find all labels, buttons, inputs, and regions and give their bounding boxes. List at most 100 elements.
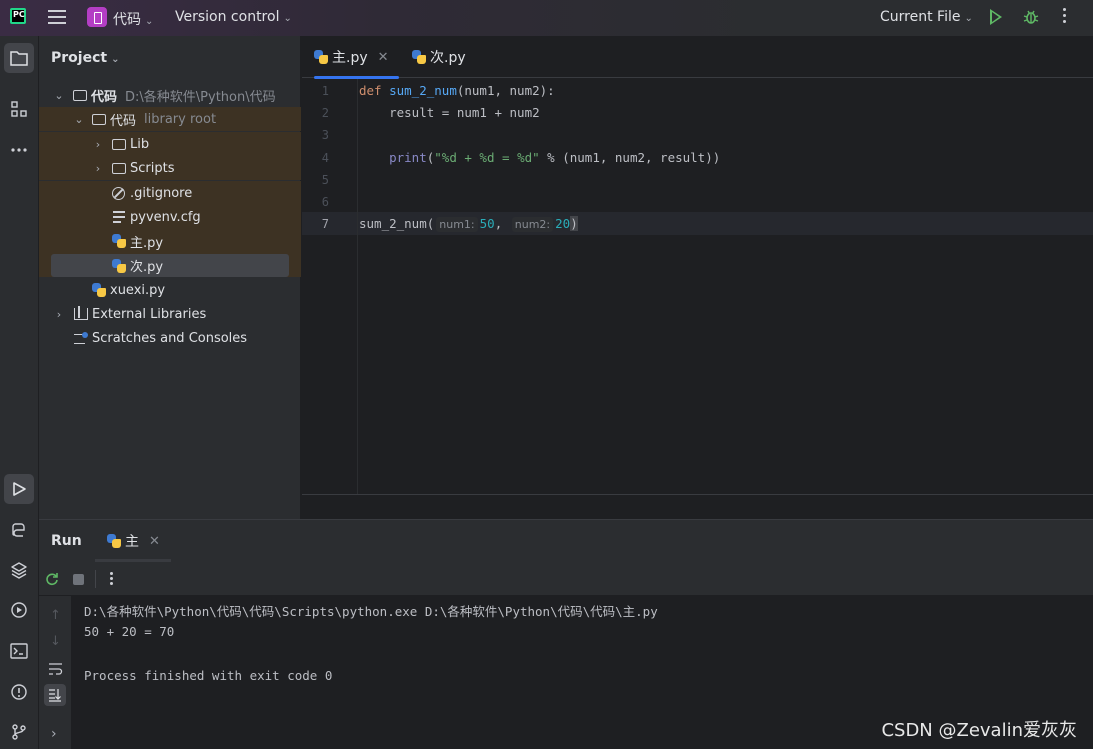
terminal-button[interactable] bbox=[4, 636, 34, 666]
console-output-line: Process finished with exit code 0 bbox=[84, 668, 333, 683]
git-button[interactable] bbox=[4, 717, 34, 747]
close-icon[interactable]: ✕ bbox=[378, 50, 389, 65]
line-number: 7 bbox=[321, 217, 329, 231]
python-packages-button[interactable] bbox=[4, 555, 34, 585]
project-switcher[interactable]: 代码 ⌄ bbox=[113, 9, 153, 29]
code-function-name: sum_2_num bbox=[389, 83, 457, 98]
rerun-icon[interactable] bbox=[45, 572, 59, 586]
line-number: 6 bbox=[321, 195, 329, 209]
run-panel-header: Run 主 ✕ bbox=[39, 520, 1093, 562]
tree-item-tag: library root bbox=[144, 111, 217, 127]
run-side-toolbar: ↑ ↓ › bbox=[39, 596, 72, 749]
python-file-icon bbox=[92, 283, 106, 297]
run-panel: Run 主 ✕ ↑ ↓ › D:\各种软件\Python\代码\代码\Scrip… bbox=[39, 519, 1093, 749]
library-icon bbox=[74, 306, 88, 320]
chevron-right-icon[interactable]: › bbox=[91, 162, 105, 175]
arrow-up-icon[interactable]: ↑ bbox=[50, 608, 61, 623]
parameter-hint: num2: bbox=[511, 217, 554, 232]
close-icon[interactable]: ✕ bbox=[149, 534, 160, 549]
chevron-right-icon[interactable]: › bbox=[51, 726, 57, 742]
vcs-menu[interactable]: Version control ⌄ bbox=[175, 9, 292, 25]
tab-main-py[interactable]: 主.py ✕ bbox=[314, 36, 399, 79]
code-line-4[interactable]: print("%d + %d = %d" % (num1, num2, resu… bbox=[359, 150, 720, 165]
tree-item-scratches[interactable]: Scratches and Consoles bbox=[39, 326, 301, 350]
git-branch-icon bbox=[12, 724, 26, 740]
project-panel: Project ⌄ ⌄ 代码 D:\各种软件\Python\代码 ⌄ 代码 lib… bbox=[39, 36, 301, 519]
python-file-icon bbox=[314, 50, 328, 64]
structure-icon bbox=[11, 101, 27, 117]
project-panel-header[interactable]: Project ⌄ bbox=[51, 50, 119, 66]
project-badge-icon[interactable] bbox=[87, 7, 107, 27]
tree-item-label: 代码 bbox=[91, 89, 118, 105]
tree-item-label: pyvenv.cfg bbox=[130, 209, 201, 225]
tree-item-external-libraries[interactable]: › External Libraries bbox=[39, 302, 301, 326]
run-tool-button[interactable] bbox=[4, 474, 34, 504]
chevron-down-icon: ⌄ bbox=[111, 54, 120, 65]
tree-item-lib[interactable]: › Lib bbox=[39, 132, 301, 156]
chevron-down-icon[interactable]: ⌄ bbox=[52, 89, 66, 102]
tree-item-path: D:\各种软件\Python\代码 bbox=[125, 89, 276, 105]
project-name: 代码 bbox=[113, 12, 141, 28]
chevron-down-icon[interactable]: ⌄ bbox=[72, 113, 86, 126]
code-text: sum_2_num( bbox=[359, 216, 435, 231]
run-tab-main[interactable]: 主 ✕ bbox=[95, 520, 171, 562]
services-button[interactable] bbox=[4, 595, 34, 625]
tree-item-main-py[interactable]: 主.py bbox=[39, 229, 301, 253]
code-editor: 主.py ✕ 次.py 1 2 3 4 5 6 7 def sum_2_num(… bbox=[302, 36, 1093, 519]
parameter-hint: num1: bbox=[436, 217, 478, 232]
main-menu-icon[interactable] bbox=[48, 10, 66, 24]
tree-item-library-root[interactable]: ⌄ 代码 library root bbox=[39, 107, 301, 131]
scroll-to-end-icon bbox=[49, 689, 61, 702]
line-number: 1 bbox=[321, 84, 329, 98]
code-line-2[interactable]: result = num1 + num2 bbox=[359, 105, 540, 120]
watermark: CSDN @Zevalin爱灰灰 bbox=[881, 720, 1077, 741]
code-builtin: print bbox=[389, 150, 427, 165]
more-actions-icon[interactable] bbox=[1063, 8, 1067, 26]
tree-item-label: Scratches and Consoles bbox=[92, 330, 248, 346]
code-text: % (num1, num2, result)) bbox=[539, 150, 721, 165]
tree-item-label: 主.py bbox=[130, 235, 164, 251]
chevron-down-icon: ⌄ bbox=[283, 13, 292, 24]
chevron-right-icon[interactable]: › bbox=[91, 138, 105, 151]
tree-item-root[interactable]: ⌄ 代码 D:\各种软件\Python\代码 bbox=[39, 83, 301, 107]
tree-item-scripts[interactable]: › Scripts bbox=[39, 156, 301, 180]
python-file-icon bbox=[112, 234, 126, 248]
tab-ci-py[interactable]: 次.py bbox=[412, 36, 466, 78]
tree-item-pyvenv[interactable]: pyvenv.cfg bbox=[39, 205, 301, 229]
soft-wrap-icon[interactable] bbox=[48, 662, 63, 676]
chevron-down-icon: ⌄ bbox=[964, 13, 973, 24]
project-tool-button[interactable] bbox=[4, 43, 34, 73]
console-output-line: D:\各种软件\Python\代码\代码\Scripts\python.exe … bbox=[84, 604, 658, 619]
problems-button[interactable] bbox=[4, 677, 34, 707]
tree-item-label: Lib bbox=[130, 136, 150, 152]
code-line-1[interactable]: def sum_2_num(num1, num2): bbox=[359, 83, 555, 98]
terminal-icon bbox=[10, 643, 28, 659]
arrow-down-icon[interactable]: ↓ bbox=[50, 634, 61, 649]
debug-icon[interactable] bbox=[1023, 9, 1039, 25]
line-number: 4 bbox=[321, 151, 329, 165]
python-console-button[interactable] bbox=[4, 515, 34, 545]
code-line-7[interactable]: sum_2_num(num1: 50, num2: 20) bbox=[359, 216, 578, 232]
more-tools-button[interactable] bbox=[4, 135, 34, 165]
run-icon[interactable] bbox=[990, 9, 1002, 25]
folder-icon bbox=[112, 162, 126, 174]
scroll-to-end-button[interactable] bbox=[44, 684, 66, 706]
more-options-icon[interactable] bbox=[110, 572, 113, 588]
folder-icon bbox=[10, 51, 28, 66]
tree-item-ci-py[interactable]: 次.py bbox=[51, 254, 289, 277]
run-config-selector[interactable]: Current File ⌄ bbox=[880, 9, 973, 25]
code-text: result = num1 + num2 bbox=[359, 105, 540, 120]
run-tab-label: 主 bbox=[125, 534, 139, 550]
left-tool-stripe bbox=[0, 36, 39, 749]
line-number: 5 bbox=[321, 173, 329, 187]
line-number: 2 bbox=[321, 106, 329, 120]
stop-icon[interactable] bbox=[73, 574, 84, 585]
tree-item-gitignore[interactable]: .gitignore bbox=[39, 181, 301, 205]
code-string: "%d + %d = %d" bbox=[434, 150, 540, 165]
run-config-label: Current File bbox=[880, 9, 961, 25]
tree-item-xuexi-py[interactable]: xuexi.py bbox=[39, 278, 301, 302]
structure-tool-button[interactable] bbox=[4, 94, 34, 124]
chevron-right-icon[interactable]: › bbox=[52, 308, 66, 321]
tree-item-label: 次.py bbox=[130, 260, 164, 275]
